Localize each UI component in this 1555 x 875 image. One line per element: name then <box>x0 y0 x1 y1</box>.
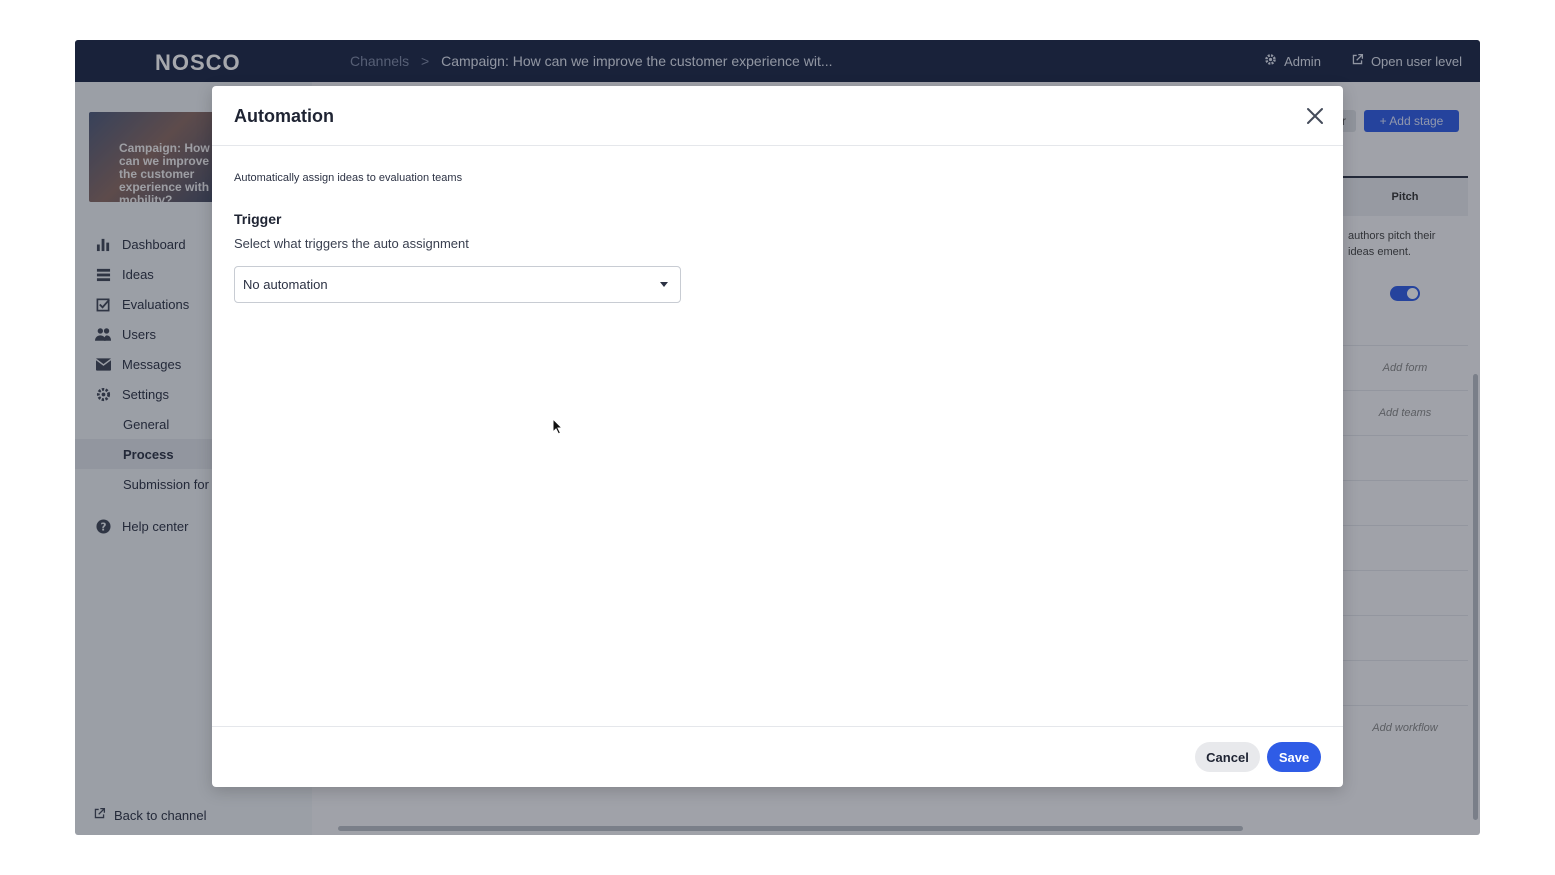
trigger-select-value: No automation <box>243 277 328 292</box>
mouse-cursor-icon <box>552 417 564 435</box>
trigger-subtitle: Select what triggers the auto assignment <box>234 236 469 251</box>
modal-description: Automatically assign ideas to evaluation… <box>234 172 463 184</box>
trigger-title: Trigger <box>234 211 282 227</box>
modal-title: Automation <box>234 106 334 126</box>
modal-footer: Cancel Save <box>212 726 1343 787</box>
trigger-select[interactable]: No automation <box>234 266 681 303</box>
save-button[interactable]: Save <box>1267 742 1321 772</box>
cancel-button[interactable]: Cancel <box>1195 742 1260 772</box>
close-icon[interactable] <box>1303 104 1327 128</box>
modal-body: Automatically assign ideas to evaluation… <box>212 146 1343 327</box>
chevron-down-icon <box>660 282 668 287</box>
modal-header: Automation <box>212 86 1343 146</box>
automation-modal: Automation Automatically assign ideas to… <box>212 86 1343 787</box>
